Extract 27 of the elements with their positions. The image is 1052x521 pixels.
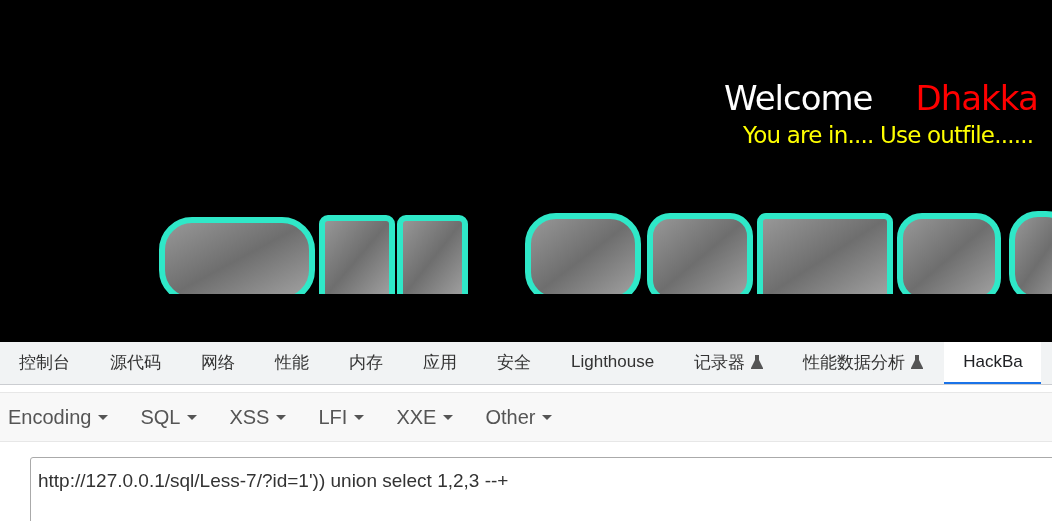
user-name: Dhakka [915,77,1038,120]
dropdown-menu[interactable]: Other [477,405,577,429]
caret-icon [98,414,109,420]
caret-icon [187,414,198,420]
caret-icon [443,414,454,420]
panel-tab[interactable]: 性能 [256,342,327,384]
panel-tab[interactable]: Lighthouse [552,342,673,384]
panel-tab[interactable]: 源代码 [91,342,179,384]
dropdown-menu[interactable]: XXE [388,405,478,429]
caret-icon [354,414,365,420]
dropdown-menu[interactable]: SQL [132,405,222,429]
status-message: You are in.... Use outfile...... [742,121,1035,150]
url-field[interactable]: http://127.0.0.1/sql/Less-7/?id=1')) union select 1,2,3 --+ [30,457,1052,521]
dropdown-menu[interactable]: Encoding [0,405,133,429]
panel-tab[interactable]: 性能数据分析 [784,342,942,384]
caret-icon [542,414,553,420]
panel-tab[interactable]: 记录器 [675,342,782,384]
panel-tab[interactable]: 控制台 [0,342,88,384]
dropdown-menu[interactable]: XSS [221,405,311,429]
welcome-text: Welcome [724,77,873,120]
dropdown-menu[interactable]: LFI [310,405,389,429]
panel-tab[interactable]: 内存 [330,342,401,384]
panel-tab[interactable]: 安全 [478,342,549,384]
panel-tab[interactable]: 应用 [404,342,475,384]
caret-icon [276,414,287,420]
panel-tab[interactable]: HackBa [944,342,1041,384]
panel-tab[interactable]: 网络 [182,342,253,384]
